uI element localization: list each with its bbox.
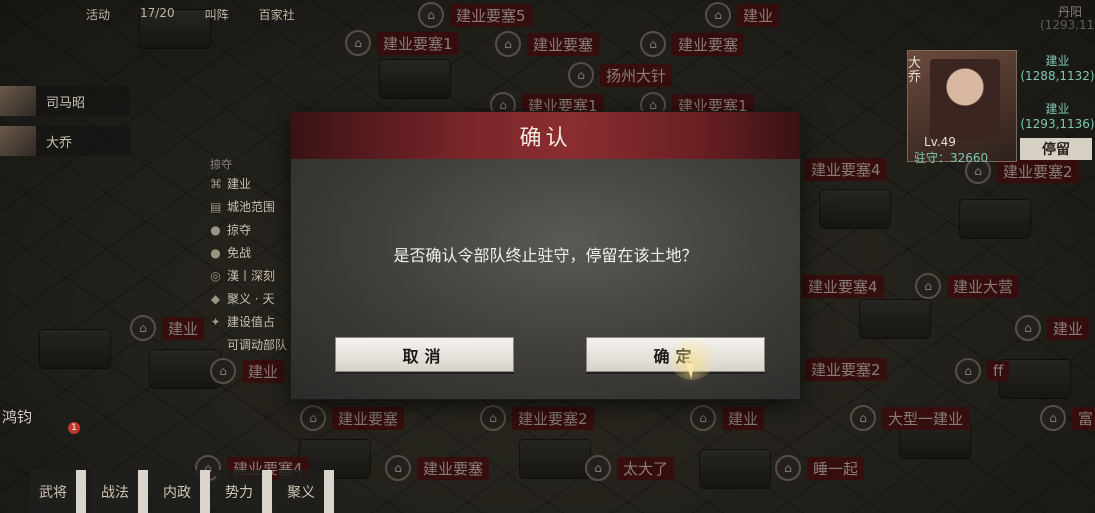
avatar <box>0 126 36 156</box>
panel-alliance: 聚义 · 天 <box>227 292 275 306</box>
activity-tab[interactable]: 活动 <box>86 6 110 23</box>
panel-truce: 免战 <box>227 246 252 260</box>
bottom-tabs: 武将 战法 内政 势力 聚义 <box>30 470 334 513</box>
top-bar: 活动 17/20 叫阵 百家社 <box>0 6 295 23</box>
player-name: 鸿钧 <box>2 408 33 426</box>
dialog-header: 确认 <box>291 112 800 159</box>
character-row[interactable]: 大乔 <box>0 126 130 156</box>
tab-forces[interactable]: 势力 <box>216 470 272 513</box>
challenge-tab[interactable]: 叫阵 <box>205 6 229 23</box>
faction-icon: ◎ <box>210 268 221 283</box>
alliance-icon: ◆ <box>210 291 221 306</box>
panel-build: 建设值占 <box>227 315 276 329</box>
location-name: 建业 <box>1045 102 1070 116</box>
character-row[interactable]: 司马昭 <box>0 86 130 116</box>
stay-button[interactable]: 停留 <box>1020 138 1092 160</box>
panel-plunder: 掠夺 <box>227 223 252 237</box>
tab-domestic[interactable]: 内政 <box>154 470 210 513</box>
location-name: 建业 <box>1045 54 1070 68</box>
cancel-button[interactable]: 取消 <box>335 337 514 372</box>
range-icon: ▤ <box>210 199 222 214</box>
location-coord: (1293,1136) <box>1020 117 1095 131</box>
plunder-icon: ● <box>210 222 221 237</box>
character-name: 大乔 <box>46 135 73 151</box>
notification-badge: 1 <box>68 422 80 434</box>
city-icon: ⌘ <box>210 176 222 191</box>
confirm-dialog: 确认 是否确认令部队终止驻守，停留在该土地？ 取消 确定 <box>291 112 800 399</box>
character-name: 司马昭 <box>46 95 86 111</box>
dialog-message: 是否确认令部队终止驻守，停留在该土地？ <box>393 246 698 265</box>
hero-level: Lv.49 <box>924 135 956 149</box>
location-2[interactable]: 建业 (1293,1136) <box>1020 100 1095 131</box>
tab-alliance[interactable]: 聚义 <box>278 470 334 513</box>
build-icon: ✦ <box>210 314 221 329</box>
hero-card[interactable]: 大乔 Lv.49 驻守：32660 <box>907 50 1017 165</box>
dialog-title: 确认 <box>519 125 572 151</box>
hero-portrait <box>930 59 1000 139</box>
club-tab[interactable]: 百家社 <box>259 6 295 23</box>
avatar <box>0 86 36 116</box>
shield-icon: ● <box>210 245 221 260</box>
location-coord: (1288,1132) <box>1020 69 1095 83</box>
hero-name: 大乔 <box>908 56 922 85</box>
tab-tactics[interactable]: 战法 <box>92 470 148 513</box>
panel-city: 建业 <box>227 177 252 191</box>
panel-range: 城池范围 <box>227 200 276 214</box>
panel-faction: 漢丨深刻 <box>227 269 276 283</box>
garrison-count: 驻守：32660 <box>914 151 989 165</box>
panel-troops: 可调动部队 <box>227 338 288 352</box>
troop-count: 17/20 <box>140 6 175 20</box>
location-1[interactable]: 建业 (1288,1132) <box>1020 52 1095 83</box>
tab-generals[interactable]: 武将 <box>30 470 86 513</box>
